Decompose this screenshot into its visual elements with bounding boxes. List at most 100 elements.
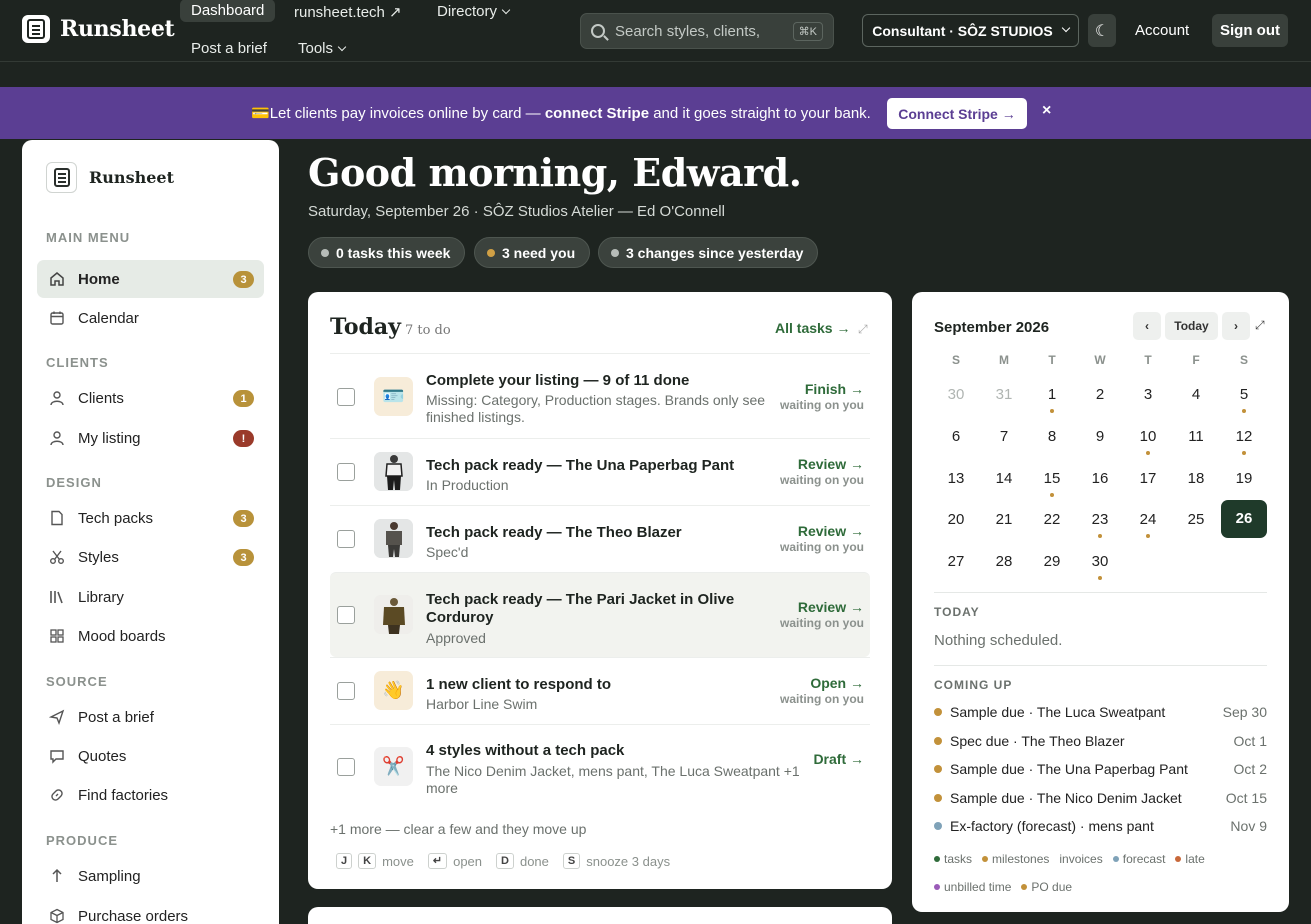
calendar-day[interactable]: 25 bbox=[1173, 509, 1219, 547]
today-title-text: Today bbox=[330, 314, 401, 340]
calendar-day[interactable]: 21 bbox=[981, 509, 1027, 547]
calendar-day[interactable]: 30 bbox=[1077, 551, 1123, 589]
task-checkbox[interactable] bbox=[337, 388, 355, 406]
nav-tools[interactable]: Tools bbox=[287, 37, 356, 60]
calendar-day[interactable]: 13 bbox=[933, 468, 979, 506]
task-row[interactable]: 👋 1 new client to respond to Harbor Line… bbox=[330, 657, 870, 723]
task-checkbox[interactable] bbox=[337, 758, 355, 776]
expand-icon[interactable]: ⤢ bbox=[1255, 318, 1265, 333]
calendar-day[interactable]: 22 bbox=[1029, 509, 1075, 547]
nav-directory[interactable]: Directory bbox=[426, 0, 520, 23]
close-icon[interactable]: × bbox=[1042, 102, 1051, 120]
nav-runsheet-tech[interactable]: runsheet.tech ↗ bbox=[283, 0, 413, 24]
calendar-day[interactable]: 23 bbox=[1077, 509, 1123, 547]
sidebar-item-label: Mood boards bbox=[78, 627, 166, 645]
task-checkbox[interactable] bbox=[337, 606, 355, 624]
search-input[interactable]: Search styles, clients, ⌘K bbox=[580, 13, 834, 49]
calendar-day[interactable]: 10 bbox=[1125, 426, 1171, 464]
sidebar-item-quotes[interactable]: Quotes bbox=[37, 737, 264, 775]
pill-need-you[interactable]: 3 need you bbox=[474, 237, 591, 268]
sidebar-item-label: Home bbox=[78, 270, 120, 288]
calendar-day[interactable]: 28 bbox=[981, 551, 1027, 589]
upcoming-item[interactable]: Sample due · The Nico Denim Jacket Oct 15 bbox=[934, 788, 1267, 808]
calendar-day[interactable]: 18 bbox=[1173, 468, 1219, 506]
calendar-day[interactable]: 30 bbox=[933, 384, 979, 422]
pill-tasks-week[interactable]: 0 tasks this week bbox=[308, 237, 466, 268]
sign-out-button[interactable]: Sign out bbox=[1212, 14, 1288, 47]
calendar-day[interactable]: 9 bbox=[1077, 426, 1123, 464]
calendar-day[interactable]: 1 bbox=[1029, 384, 1075, 422]
today-button[interactable]: Today bbox=[1165, 312, 1218, 340]
upcoming-item[interactable]: Sample due · The Luca Sweatpant Sep 30 bbox=[934, 702, 1267, 722]
sidebar-item-tech-packs[interactable]: Tech packs 3 bbox=[37, 499, 264, 537]
sidebar-item-post-brief[interactable]: Post a brief bbox=[37, 698, 264, 736]
calendar-day[interactable]: 31 bbox=[981, 384, 1027, 422]
calendar-day[interactable]: 4 bbox=[1173, 384, 1219, 422]
prev-month-button[interactable]: ‹ bbox=[1133, 312, 1161, 340]
sidebar-item-clients[interactable]: Clients 1 bbox=[37, 379, 264, 417]
task-action[interactable]: Review → bbox=[798, 456, 864, 472]
home-icon bbox=[50, 272, 64, 286]
sidebar-item-library[interactable]: Library bbox=[37, 578, 264, 616]
calendar-day-number: 7 bbox=[999, 428, 1009, 445]
calendar-day[interactable]: 14 bbox=[981, 468, 1027, 506]
connect-stripe-button[interactable]: Connect Stripe → bbox=[887, 98, 1027, 129]
calendar-day[interactable]: 2 bbox=[1077, 384, 1123, 422]
sidebar-item-mood-boards[interactable]: Mood boards bbox=[37, 617, 264, 655]
expand-icon[interactable]: ⤢ bbox=[858, 322, 868, 337]
calendar-day[interactable]: 20 bbox=[933, 509, 979, 547]
calendar-day[interactable]: 3 bbox=[1125, 384, 1171, 422]
calendar-day[interactable]: 26 bbox=[1221, 500, 1267, 538]
sidebar-item-sampling[interactable]: Sampling bbox=[37, 857, 264, 895]
sidebar-item-calendar[interactable]: Calendar bbox=[37, 299, 264, 337]
pill-label: 3 changes since yesterday bbox=[626, 244, 804, 261]
today-title: Today 7 to do bbox=[330, 314, 451, 340]
calendar-day[interactable]: 29 bbox=[1029, 551, 1075, 589]
task-checkbox[interactable] bbox=[337, 463, 355, 481]
sidebar-item-my-listing[interactable]: My listing ! bbox=[37, 419, 264, 457]
calendar-day[interactable]: 17 bbox=[1125, 468, 1171, 506]
calendar-day[interactable]: 7 bbox=[981, 426, 1027, 464]
nav-post-brief[interactable]: Post a brief bbox=[180, 37, 278, 60]
next-month-button[interactable]: › bbox=[1222, 312, 1250, 340]
task-checkbox[interactable] bbox=[337, 530, 355, 548]
calendar-day[interactable]: 8 bbox=[1029, 426, 1075, 464]
task-action[interactable]: Finish → bbox=[805, 381, 864, 397]
task-action[interactable]: Review → bbox=[798, 599, 864, 615]
brand-logo-link[interactable]: Runsheet bbox=[22, 15, 175, 43]
calendar-day[interactable]: 12 bbox=[1221, 426, 1267, 464]
calendar-day-number: 20 bbox=[947, 511, 965, 528]
theme-toggle-button[interactable]: ☾ bbox=[1088, 14, 1116, 47]
search-shortcut: ⌘K bbox=[792, 21, 823, 41]
task-row[interactable]: Tech pack ready — The Theo Blazer Spec'd… bbox=[330, 505, 870, 571]
sidebar-item-home[interactable]: Home 3 bbox=[37, 260, 264, 298]
upcoming-item[interactable]: Sample due · The Una Paperbag Pant Oct 2 bbox=[934, 759, 1267, 779]
task-row[interactable]: Tech pack ready — The Pari Jacket in Oli… bbox=[330, 572, 870, 657]
all-tasks-link[interactable]: All tasks → bbox=[775, 320, 850, 336]
task-row[interactable]: Tech pack ready — The Una Paperbag Pant … bbox=[330, 438, 870, 504]
sidebar-brand[interactable]: Runsheet bbox=[46, 162, 174, 193]
sidebar-item-styles[interactable]: Styles 3 bbox=[37, 538, 264, 576]
task-action[interactable]: Draft → bbox=[813, 751, 864, 767]
calendar-day[interactable]: 5 bbox=[1221, 384, 1267, 422]
pill-changes[interactable]: 3 changes since yesterday bbox=[598, 237, 819, 268]
alert-badge: ! bbox=[233, 430, 254, 447]
sidebar-item-find-factories[interactable]: Find factories bbox=[37, 776, 264, 814]
upcoming-item[interactable]: Ex-factory (forecast) · mens pant Nov 9 bbox=[934, 816, 1267, 836]
task-action[interactable]: Review → bbox=[798, 523, 864, 539]
upcoming-item[interactable]: Spec due · The Theo Blazer Oct 1 bbox=[934, 731, 1267, 751]
calendar-day[interactable]: 6 bbox=[933, 426, 979, 464]
sidebar-item-purchase-orders[interactable]: Purchase orders bbox=[37, 897, 264, 924]
calendar-day[interactable]: 24 bbox=[1125, 509, 1171, 547]
calendar-day[interactable]: 27 bbox=[933, 551, 979, 589]
account-link[interactable]: Account bbox=[1135, 22, 1189, 39]
calendar-day[interactable]: 16 bbox=[1077, 468, 1123, 506]
calendar-day[interactable]: 15 bbox=[1029, 468, 1075, 506]
nav-dashboard[interactable]: Dashboard bbox=[180, 0, 276, 22]
calendar-day[interactable]: 11 bbox=[1173, 426, 1219, 464]
task-checkbox[interactable] bbox=[337, 682, 355, 700]
consultant-switcher[interactable]: Consultant · SÔZ STUDIOS bbox=[862, 14, 1079, 47]
task-action[interactable]: Open → bbox=[810, 675, 864, 691]
task-row[interactable]: ✂️ 4 styles without a tech pack The Nico… bbox=[330, 724, 870, 808]
task-row[interactable]: 🪪 Complete your listing — 9 of 11 done M… bbox=[330, 353, 870, 437]
